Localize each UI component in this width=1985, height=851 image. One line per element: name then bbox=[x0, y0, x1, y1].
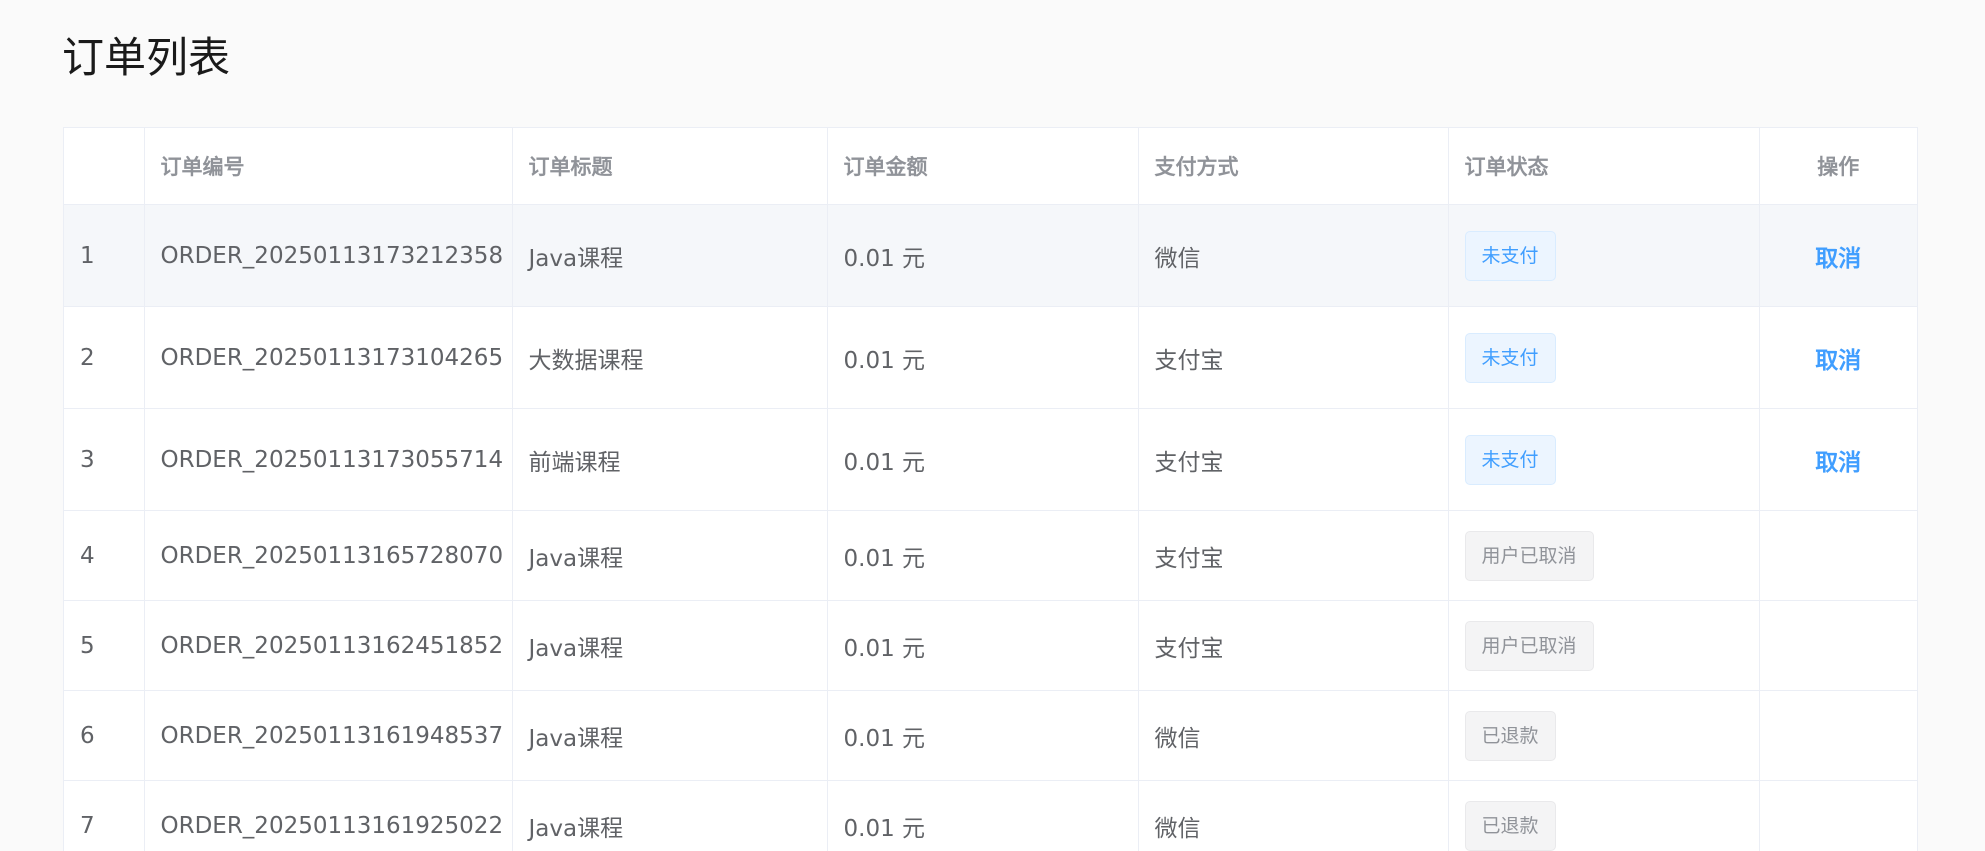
cancel-button[interactable]: 取消 bbox=[1815, 341, 1861, 375]
status-badge: 已退款 bbox=[1464, 800, 1556, 851]
column-header-action: 操作 bbox=[1759, 128, 1917, 205]
table-row[interactable]: 1 ORDER_20250113173212358 Java课程 0.01 元 … bbox=[64, 204, 1917, 307]
status-badge: 未支付 bbox=[1464, 230, 1556, 281]
order-title: 前端课程 bbox=[512, 408, 828, 511]
status-badge: 未支付 bbox=[1464, 332, 1556, 383]
action-cell bbox=[1759, 600, 1917, 691]
column-header-pay-type[interactable]: 支付方式 bbox=[1138, 128, 1449, 205]
order-no: ORDER_20250113161948537 bbox=[144, 690, 513, 781]
row-index: 3 bbox=[64, 408, 145, 511]
order-title: Java课程 bbox=[512, 204, 828, 307]
pay-type: 微信 bbox=[1138, 204, 1449, 307]
status-cell: 未支付 bbox=[1448, 306, 1760, 409]
status-cell: 已退款 bbox=[1448, 780, 1760, 851]
cancel-button[interactable]: 取消 bbox=[1815, 239, 1861, 273]
status-cell: 用户已取消 bbox=[1448, 510, 1760, 601]
order-amount: 0.01 元 bbox=[827, 510, 1139, 601]
table-header-row: 订单编号 订单标题 订单金额 支付方式 订单状态 操作 bbox=[64, 128, 1917, 205]
pay-type: 支付宝 bbox=[1138, 600, 1449, 691]
order-title: Java课程 bbox=[512, 510, 828, 601]
order-no: ORDER_20250113161925022 bbox=[144, 780, 513, 851]
row-index: 6 bbox=[64, 690, 145, 781]
status-cell: 未支付 bbox=[1448, 204, 1760, 307]
row-index: 5 bbox=[64, 600, 145, 691]
column-header-title[interactable]: 订单标题 bbox=[512, 128, 828, 205]
table-row[interactable]: 2 ORDER_20250113173104265 大数据课程 0.01 元 支… bbox=[64, 306, 1917, 409]
column-header-status[interactable]: 订单状态 bbox=[1448, 128, 1760, 205]
action-cell bbox=[1759, 690, 1917, 781]
order-amount: 0.01 元 bbox=[827, 204, 1139, 307]
status-cell: 未支付 bbox=[1448, 408, 1760, 511]
row-index: 7 bbox=[64, 780, 145, 851]
order-amount: 0.01 元 bbox=[827, 780, 1139, 851]
table-row[interactable]: 3 ORDER_20250113173055714 前端课程 0.01 元 支付… bbox=[64, 408, 1917, 511]
action-cell: 取消 bbox=[1759, 408, 1917, 511]
table-row[interactable]: 7 ORDER_20250113161925022 Java课程 0.01 元 … bbox=[64, 780, 1917, 851]
order-no: ORDER_20250113173055714 bbox=[144, 408, 513, 511]
row-index: 4 bbox=[64, 510, 145, 601]
pay-type: 支付宝 bbox=[1138, 408, 1449, 511]
pay-type: 支付宝 bbox=[1138, 510, 1449, 601]
order-amount: 0.01 元 bbox=[827, 408, 1139, 511]
order-title: 大数据课程 bbox=[512, 306, 828, 409]
order-table: 订单编号 订单标题 订单金额 支付方式 订单状态 操作 1 ORDER_2025… bbox=[63, 127, 1918, 851]
page-title: 订单列表 bbox=[62, 33, 231, 82]
order-no: ORDER_20250113162451852 bbox=[144, 600, 513, 691]
table-row[interactable]: 6 ORDER_20250113161948537 Java课程 0.01 元 … bbox=[64, 690, 1917, 781]
order-title: Java课程 bbox=[512, 600, 828, 691]
action-cell bbox=[1759, 780, 1917, 851]
status-badge: 用户已取消 bbox=[1464, 620, 1594, 671]
order-amount: 0.01 元 bbox=[827, 306, 1139, 409]
status-badge: 未支付 bbox=[1464, 434, 1556, 485]
column-header-order-no[interactable]: 订单编号 bbox=[144, 128, 513, 205]
table-row[interactable]: 4 ORDER_20250113165728070 Java课程 0.01 元 … bbox=[64, 510, 1917, 601]
status-badge: 已退款 bbox=[1464, 710, 1556, 761]
table-row[interactable]: 5 ORDER_20250113162451852 Java课程 0.01 元 … bbox=[64, 600, 1917, 691]
order-title: Java课程 bbox=[512, 690, 828, 781]
order-amount: 0.01 元 bbox=[827, 690, 1139, 781]
column-header-index bbox=[64, 128, 145, 205]
row-index: 1 bbox=[64, 204, 145, 307]
pay-type: 微信 bbox=[1138, 780, 1449, 851]
action-cell: 取消 bbox=[1759, 306, 1917, 409]
status-badge: 用户已取消 bbox=[1464, 530, 1594, 581]
column-header-amount[interactable]: 订单金额 bbox=[827, 128, 1139, 205]
pay-type: 微信 bbox=[1138, 690, 1449, 781]
order-no: ORDER_20250113165728070 bbox=[144, 510, 513, 601]
order-title: Java课程 bbox=[512, 780, 828, 851]
order-no: ORDER_20250113173104265 bbox=[144, 306, 513, 409]
row-index: 2 bbox=[64, 306, 145, 409]
action-cell: 取消 bbox=[1759, 204, 1917, 307]
status-cell: 已退款 bbox=[1448, 690, 1760, 781]
order-list-page: 订单列表 订单编号 订单标题 订单金额 支付方式 订单状态 操作 1 ORDER… bbox=[0, 0, 1985, 851]
cancel-button[interactable]: 取消 bbox=[1815, 443, 1861, 477]
action-cell bbox=[1759, 510, 1917, 601]
order-amount: 0.01 元 bbox=[827, 600, 1139, 691]
order-no: ORDER_20250113173212358 bbox=[144, 204, 513, 307]
pay-type: 支付宝 bbox=[1138, 306, 1449, 409]
status-cell: 用户已取消 bbox=[1448, 600, 1760, 691]
